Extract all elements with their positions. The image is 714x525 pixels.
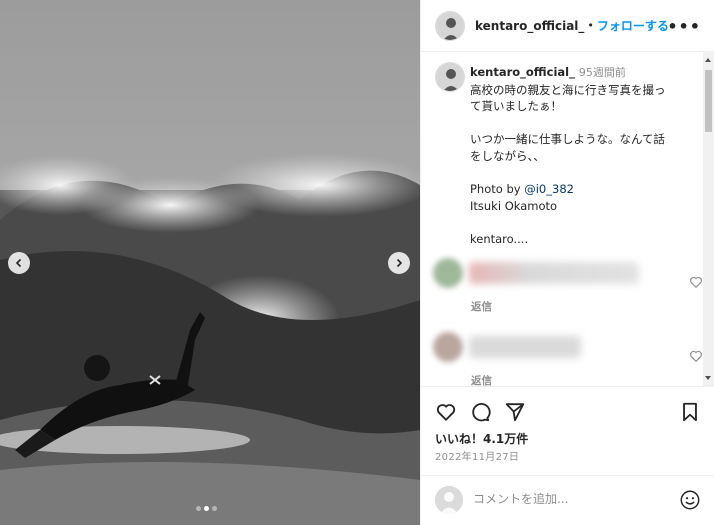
post-header: kentaro_official_ • フォローする ••• <box>421 0 714 52</box>
caption-text: kentaro.... <box>470 231 529 246</box>
caption-text: て貰いましたぁ！ <box>470 99 562 114</box>
heart-icon[interactable] <box>689 349 703 363</box>
avatar[interactable] <box>433 258 463 288</box>
caption-text: いつか一緒に仕事しような。なんて話 <box>470 132 665 147</box>
likes-count[interactable]: いいね！4.1万件 <box>435 430 528 447</box>
carousel-dot <box>196 506 201 511</box>
profile-photo <box>436 63 464 91</box>
default-user-icon <box>435 486 463 514</box>
comments-section[interactable]: kentaro_official_ 95週間前 高校の時の親友と海に行き写真を撮っ… <box>421 52 714 386</box>
post-date: 2022年11月27日 <box>435 452 520 463</box>
next-photo-button[interactable] <box>388 252 410 274</box>
scroll-up-arrow-icon[interactable] <box>705 58 711 62</box>
current-user-avatar <box>435 486 463 514</box>
scroll-thumb[interactable] <box>705 70 712 132</box>
separator: • <box>587 19 594 32</box>
like-heart-icon[interactable] <box>435 401 457 423</box>
avatar[interactable] <box>435 10 465 41</box>
caption-text: Itsuki Okamoto <box>470 198 558 213</box>
carousel-dot <box>212 506 217 511</box>
author-username[interactable]: kentaro_official_ <box>475 19 584 33</box>
post-photo[interactable] <box>0 0 420 525</box>
caption-username[interactable]: kentaro_official_ <box>470 65 575 79</box>
more-options-icon[interactable]: ••• <box>667 17 701 36</box>
scroll-down-arrow-icon[interactable] <box>705 376 711 380</box>
heart-icon[interactable] <box>689 275 703 289</box>
blurred-comment-text <box>469 262 639 284</box>
reply-button[interactable]: 返信 <box>471 299 492 314</box>
caption-text: をしながら、、 <box>470 148 545 163</box>
carousel-dot-active <box>204 506 209 511</box>
reply-button[interactable]: 返信 <box>471 373 492 386</box>
save-bookmark-icon[interactable] <box>679 401 701 423</box>
follow-button[interactable]: フォローする <box>597 17 669 34</box>
profile-photo <box>436 11 464 40</box>
mention-link[interactable]: @i0_382 <box>524 182 574 196</box>
surfer-photo <box>0 0 420 525</box>
comments-scrollbar[interactable] <box>703 52 714 386</box>
emoji-icon[interactable] <box>679 489 701 511</box>
avatar[interactable] <box>433 332 463 362</box>
share-send-icon[interactable] <box>504 401 526 423</box>
carousel-indicator <box>196 506 217 511</box>
comment-item: 返信 <box>433 258 703 318</box>
post-side-panel: kentaro_official_ • フォローする ••• kentaro_o… <box>420 0 714 525</box>
chevron-right-icon <box>396 258 403 268</box>
blurred-comment-text <box>469 336 581 358</box>
comment-item: 返信 <box>433 332 703 386</box>
add-comment-bar: コメントを追加... <box>421 475 714 525</box>
caption-timestamp: 95週間前 <box>578 66 626 79</box>
caption-text: 高校の時の親友と海に行き写真を撮っ <box>470 82 666 97</box>
previous-photo-button[interactable] <box>8 252 30 274</box>
post-actions: いいね！4.1万件 2022年11月27日 <box>421 386 714 466</box>
caption-avatar[interactable] <box>435 62 465 92</box>
chevron-left-icon <box>15 258 22 268</box>
comment-input[interactable]: コメントを追加... <box>473 490 568 507</box>
caption-text: Photo by <box>470 182 525 197</box>
comment-bubble-icon[interactable] <box>469 401 491 423</box>
